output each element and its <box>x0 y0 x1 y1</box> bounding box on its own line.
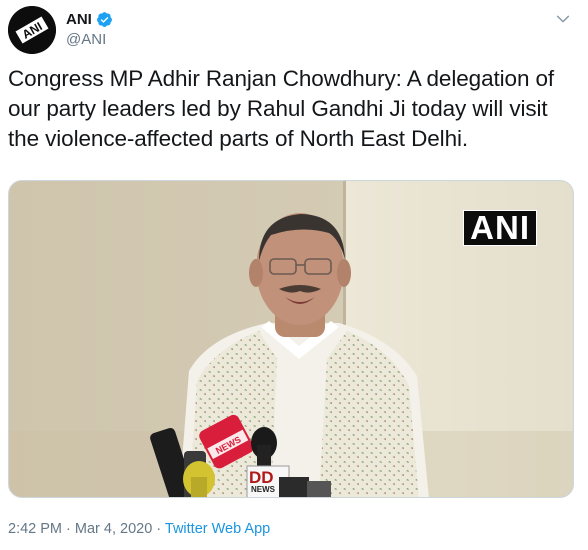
tweet-time[interactable]: 2:42 PM <box>8 521 62 537</box>
dd-mic-sublabel: NEWS <box>251 485 275 494</box>
tweet-media-image[interactable]: NEWS ANI DD NEWS <box>8 180 574 498</box>
display-name[interactable]: ANI <box>66 11 92 28</box>
name-row: ANI <box>66 11 113 28</box>
avatar[interactable]: ANI <box>8 6 56 54</box>
ani-logo: ANI <box>8 6 56 54</box>
verified-badge-icon <box>96 11 113 28</box>
separator: · <box>152 521 165 537</box>
source-app-link[interactable]: Twitter Web App <box>165 521 270 537</box>
chevron-down-icon <box>556 15 570 23</box>
tweet-card: ANI ANI @ANI Congress MP Adhir Ranjan Ch… <box>0 0 588 550</box>
tweet-footer: 2:42 PM · Mar 4, 2020 · Twitter Web App <box>8 521 270 537</box>
user-handle[interactable]: @ANI <box>66 31 106 48</box>
tweet-menu-button[interactable] <box>552 8 574 30</box>
tweet-date[interactable]: Mar 4, 2020 <box>75 521 152 537</box>
tweet-header: ANI ANI @ANI <box>8 6 580 54</box>
separator: · <box>62 521 75 537</box>
ani-watermark: ANI <box>463 210 537 246</box>
tweet-text: Congress MP Adhir Ranjan Chowdhury: A de… <box>8 66 555 151</box>
